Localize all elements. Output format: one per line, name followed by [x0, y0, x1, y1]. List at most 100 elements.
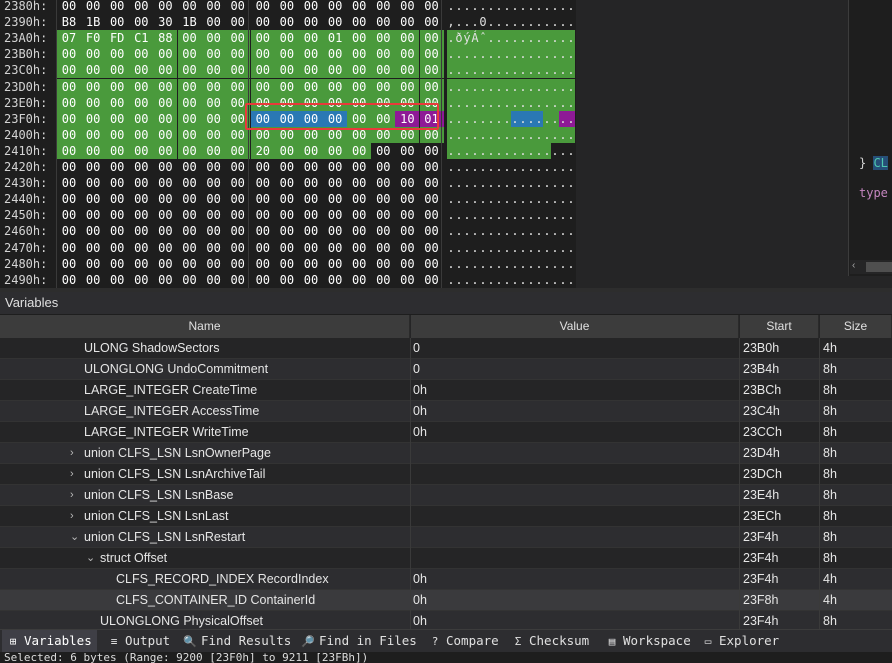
ascii-char[interactable]: . — [487, 14, 495, 30]
hex-byte[interactable]: 00 — [226, 14, 250, 30]
hex-byte[interactable]: 00 — [323, 191, 347, 207]
hex-byte[interactable]: 00 — [299, 159, 323, 175]
hex-byte[interactable]: 00 — [323, 240, 347, 256]
ascii-char[interactable]: . — [527, 62, 535, 79]
ascii-char[interactable]: . — [447, 272, 455, 288]
editor-selected-type[interactable]: CL — [873, 156, 888, 170]
hex-byte[interactable]: 00 — [105, 223, 129, 239]
ascii-char[interactable]: . — [495, 30, 503, 47]
hex-byte[interactable]: 00 — [420, 223, 444, 239]
hex-byte[interactable]: 00 — [251, 175, 275, 191]
variable-row[interactable]: › union CLFS_LSN LsnBase 23E4h 8h — [0, 485, 892, 506]
ascii-char[interactable]: . — [447, 142, 455, 159]
ascii-char[interactable]: . — [479, 142, 487, 159]
ascii-char[interactable]: . — [527, 126, 535, 143]
ascii-char[interactable]: . — [455, 223, 463, 239]
ascii-char[interactable]: . — [559, 78, 567, 95]
hex-byte[interactable]: 00 — [371, 14, 395, 30]
variable-value[interactable] — [413, 443, 739, 464]
hex-byte[interactable]: 00 — [347, 223, 371, 239]
ascii-char[interactable]: . — [447, 191, 455, 207]
hex-byte[interactable]: 00 — [225, 78, 250, 95]
ascii-char[interactable]: . — [511, 0, 519, 14]
ascii-char[interactable]: . — [495, 159, 503, 175]
ascii-char[interactable]: . — [463, 0, 471, 14]
variable-value[interactable] — [413, 464, 739, 485]
ascii-char[interactable]: . — [455, 0, 463, 14]
hex-byte[interactable]: 00 — [347, 175, 371, 191]
ascii-char[interactable]: . — [471, 0, 479, 14]
ascii-char[interactable]: . — [519, 30, 527, 47]
ascii-char[interactable]: . — [535, 126, 543, 143]
hex-byte[interactable]: 00 — [201, 78, 226, 95]
ascii-char[interactable]: . — [487, 0, 495, 14]
hex-byte[interactable]: 00 — [226, 207, 250, 223]
ascii-char[interactable]: . — [543, 78, 551, 95]
ascii-char[interactable]: . — [503, 191, 511, 207]
ascii-char[interactable]: . — [511, 256, 519, 272]
ascii-char[interactable]: . — [471, 62, 479, 79]
hex-byte[interactable]: 00 — [371, 256, 395, 272]
hex-byte[interactable]: 00 — [275, 14, 299, 30]
ascii-char[interactable]: . — [551, 175, 559, 191]
ascii-char[interactable]: . — [511, 62, 519, 79]
hex-byte[interactable]: 00 — [201, 110, 226, 127]
ascii-char[interactable]: . — [447, 240, 455, 256]
ascii-char[interactable]: . — [519, 94, 527, 111]
hex-byte[interactable]: 00 — [226, 191, 250, 207]
hex-byte[interactable]: 00 — [347, 30, 372, 47]
hex-byte[interactable]: 00 — [57, 78, 81, 95]
hex-byte[interactable]: 00 — [153, 46, 178, 63]
ascii-char[interactable]: . — [471, 175, 479, 191]
hex-byte[interactable]: 00 — [395, 191, 419, 207]
ascii-char[interactable]: . — [559, 14, 567, 30]
hex-byte[interactable]: 00 — [323, 46, 348, 63]
ascii-char[interactable]: . — [495, 142, 503, 159]
ascii-char[interactable]: . — [455, 126, 463, 143]
hex-byte[interactable]: 00 — [105, 142, 130, 159]
ascii-char[interactable]: . — [551, 62, 559, 79]
hex-byte[interactable]: 00 — [420, 256, 444, 272]
ascii-char[interactable]: . — [503, 94, 511, 111]
hex-byte[interactable]: 00 — [129, 175, 153, 191]
column-header-value[interactable]: Value — [411, 315, 739, 338]
hex-byte[interactable]: 00 — [299, 0, 323, 14]
hex-byte[interactable]: 00 — [153, 272, 177, 288]
ascii-char[interactable]: . — [567, 175, 575, 191]
ascii-char[interactable]: . — [543, 207, 551, 223]
hex-byte[interactable]: 00 — [153, 175, 177, 191]
ascii-char[interactable]: . — [535, 207, 543, 223]
ascii-char[interactable]: . — [471, 272, 479, 288]
ascii-char[interactable]: . — [543, 240, 551, 256]
ascii-char[interactable]: . — [455, 256, 463, 272]
ascii-char[interactable]: . — [551, 207, 559, 223]
ascii-char[interactable]: . — [543, 30, 551, 47]
hex-byte[interactable]: 00 — [251, 159, 275, 175]
ascii-char[interactable]: . — [479, 62, 487, 79]
variable-row[interactable]: › union CLFS_LSN LsnLast 23ECh 8h — [0, 506, 892, 527]
ascii-char[interactable]: . — [535, 46, 543, 63]
hex-byte[interactable]: 00 — [347, 78, 372, 95]
ascii-char[interactable]: . — [495, 46, 503, 63]
hex-byte[interactable]: 00 — [274, 142, 299, 159]
hex-byte[interactable]: 00 — [81, 256, 105, 272]
ascii-char[interactable]: . — [503, 223, 511, 239]
ascii-char[interactable]: . — [447, 30, 455, 47]
ascii-char[interactable]: . — [479, 46, 487, 63]
ascii-char[interactable]: . — [495, 207, 503, 223]
tab-find-results[interactable]: 🔍 Find Results — [179, 630, 293, 652]
hex-byte[interactable]: 00 — [395, 0, 419, 14]
hex-byte[interactable]: 00 — [153, 159, 177, 175]
ascii-char[interactable]: . — [479, 191, 487, 207]
ascii-char[interactable]: . — [535, 256, 543, 272]
hex-byte[interactable]: 00 — [299, 256, 323, 272]
ascii-char[interactable]: . — [447, 175, 455, 191]
variable-row[interactable]: › union CLFS_LSN LsnOwnerPage 23D4h 8h — [0, 443, 892, 464]
hex-byte[interactable]: 00 — [395, 78, 420, 95]
hex-byte[interactable]: 00 — [274, 30, 299, 47]
hex-byte[interactable]: 00 — [420, 159, 444, 175]
variable-row[interactable]: ULONGLONG UndoCommitment 0 23B4h 8h — [0, 359, 892, 380]
hex-byte[interactable]: 00 — [178, 191, 202, 207]
ascii-char[interactable]: . — [527, 272, 535, 288]
ascii-char[interactable]: . — [479, 94, 487, 111]
